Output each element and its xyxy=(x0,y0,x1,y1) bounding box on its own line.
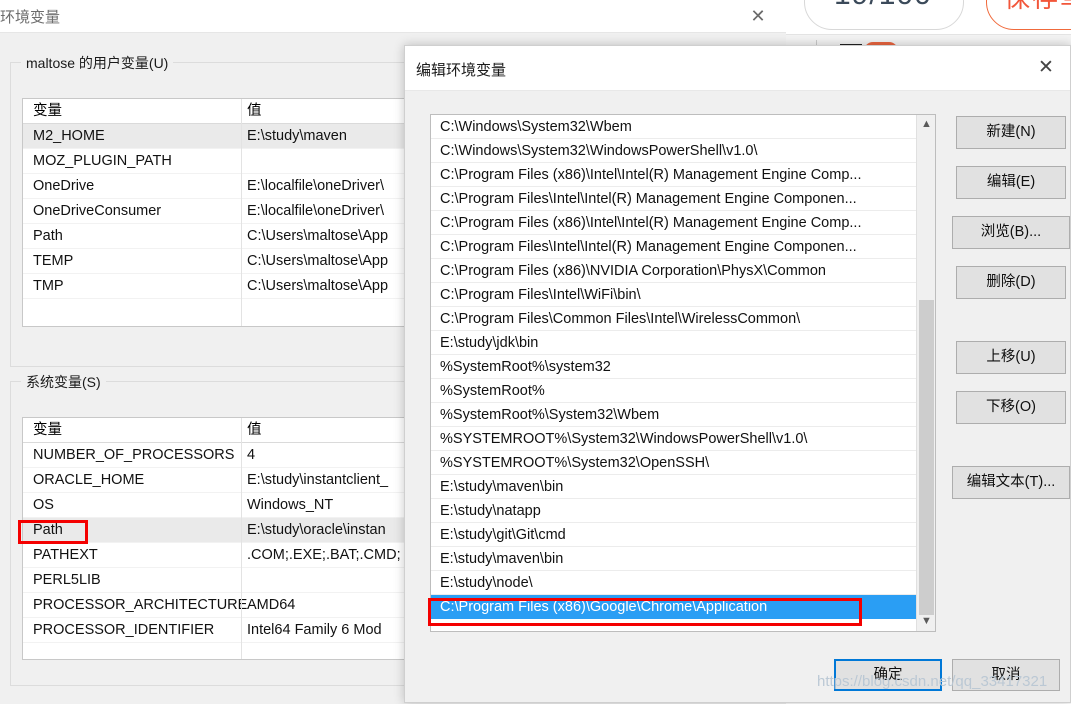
path-list-item[interactable]: C:\Program Files (x86)\Intel\Intel(R) Ma… xyxy=(431,163,917,187)
path-list-item[interactable]: C:\Program Files\Intel\Intel(R) Manageme… xyxy=(431,235,917,259)
variable-name-cell: PROCESSOR_ARCHITECTURE xyxy=(33,597,248,613)
path-list-item[interactable]: C:\Program Files\Common Files\Intel\Wire… xyxy=(431,307,917,331)
delete-button[interactable]: 删除(D) xyxy=(956,266,1066,299)
variable-value-cell: .COM;.EXE;.BAT;.CMD; xyxy=(247,547,401,563)
path-entries-listbox[interactable]: C:\Windows\System32\Wbem C:\Windows\Syste… xyxy=(430,114,936,632)
path-list-item[interactable]: E:\study\natapp xyxy=(431,499,917,523)
variable-name-cell: PATHEXT xyxy=(33,547,98,563)
variable-value-cell: C:\Users\maltose\App xyxy=(247,278,389,294)
path-list-item[interactable]: %SYSTEMROOT%\System32\OpenSSH\ xyxy=(431,451,917,475)
variable-name-cell: NUMBER_OF_PROCESSORS xyxy=(33,447,235,463)
edit-environment-variable-dialog: 编辑环境变量 ✕ C:\Windows\System32\Wbem C:\Wind… xyxy=(404,45,1071,703)
variable-name-cell: PROCESSOR_IDENTIFIER xyxy=(33,622,215,638)
path-list-item[interactable]: C:\Program Files\Intel\WiFi\bin\ xyxy=(431,283,917,307)
path-list-item[interactable]: E:\study\maven\bin xyxy=(431,547,917,571)
variable-value-cell: E:\study\oracle\instan xyxy=(247,522,386,538)
system-variables-legend: 系统变量(S) xyxy=(21,372,106,392)
close-icon[interactable]: ✕ xyxy=(744,4,772,28)
path-list-item[interactable]: %SystemRoot%\system32 xyxy=(431,355,917,379)
system-column-header: 值 xyxy=(247,422,262,438)
variable-value-cell: C:\Users\maltose\App xyxy=(247,228,389,244)
cancel-button[interactable]: 取消 xyxy=(952,659,1060,691)
variable-name-cell: Path xyxy=(33,228,63,244)
path-list-item[interactable]: C:\Program Files (x86)\Intel\Intel(R) Ma… xyxy=(431,211,917,235)
variable-name-cell: TEMP xyxy=(33,253,74,269)
path-list-item[interactable]: %SystemRoot%\System32\Wbem xyxy=(431,403,917,427)
scrollbar-thumb[interactable] xyxy=(919,300,934,615)
path-list-item[interactable]: C:\Program Files (x86)\Google\Chrome\App… xyxy=(431,595,917,619)
variable-value-cell: 4 xyxy=(247,447,256,463)
variable-name-cell: M2_HOME xyxy=(33,128,105,144)
move-up-button[interactable]: 上移(U) xyxy=(956,341,1066,374)
variable-name-cell: OS xyxy=(33,497,54,513)
path-list-item[interactable]: E:\study\jdk\bin xyxy=(431,331,917,355)
system-table-column-separator xyxy=(241,418,242,659)
background-counter-text: 19/100 xyxy=(834,0,932,12)
environment-variables-titlebar: 环境变量 ✕ xyxy=(0,0,786,32)
user-variables-legend: maltose 的用户变量(U) xyxy=(21,53,174,73)
move-down-button[interactable]: 下移(O) xyxy=(956,391,1066,424)
variable-value-cell: C:\Users\maltose\App xyxy=(247,253,389,269)
background-editor-toolbar: 19/100 保存草稿 xyxy=(786,0,1071,34)
path-list-item[interactable]: %SystemRoot% xyxy=(431,379,917,403)
path-list-item[interactable]: E:\study\maven\bin xyxy=(431,475,917,499)
chevron-down-icon[interactable]: ▼ xyxy=(917,612,935,631)
user-column-header: 变量 xyxy=(33,103,62,119)
variable-value-cell: E:\localfile\oneDriver\ xyxy=(247,178,384,194)
user-column-header: 值 xyxy=(247,103,262,119)
variable-value-cell: E:\study\instantclient_ xyxy=(247,472,389,488)
ok-button[interactable]: 确定 xyxy=(834,659,942,691)
variable-name-cell: TMP xyxy=(33,278,64,294)
path-list-item[interactable]: C:\Program Files (x86)\NVIDIA Corporatio… xyxy=(431,259,917,283)
variable-name-cell: ORACLE_HOME xyxy=(33,472,145,488)
edit-text-button[interactable]: 编辑文本(T)... xyxy=(952,466,1070,499)
system-column-header: 变量 xyxy=(33,422,62,438)
variable-name-cell: OneDrive xyxy=(33,178,95,194)
variable-value-cell: E:\localfile\oneDriver\ xyxy=(247,203,384,219)
path-list-item[interactable]: %SYSTEMROOT%\System32\WindowsPowerShell\… xyxy=(431,427,917,451)
background-save-draft-label: 保存草稿 xyxy=(1004,0,1071,15)
variable-value-cell: Windows_NT xyxy=(247,497,334,513)
variable-value-cell: E:\study\maven xyxy=(247,128,347,144)
browse-button[interactable]: 浏览(B)... xyxy=(952,216,1070,249)
path-list-item[interactable]: C:\Windows\System32\WindowsPowerShell\v1… xyxy=(431,139,917,163)
variable-name-cell: PERL5LIB xyxy=(33,572,101,588)
path-list-item[interactable]: C:\Windows\System32\Wbem xyxy=(431,115,917,139)
path-list-item[interactable]: C:\Program Files\Intel\Intel(R) Manageme… xyxy=(431,187,917,211)
edit-button[interactable]: 编辑(E) xyxy=(956,166,1066,199)
path-list-item[interactable]: E:\study\git\Git\cmd xyxy=(431,523,917,547)
variable-name-cell: OneDriveConsumer xyxy=(33,203,162,219)
close-icon[interactable]: ✕ xyxy=(1030,54,1062,82)
variable-value-cell: AMD64 xyxy=(247,597,296,613)
path-list-item[interactable]: E:\study\node\ xyxy=(431,571,917,595)
chevron-up-icon[interactable]: ▲ xyxy=(917,115,935,134)
variable-value-cell: Intel64 Family 6 Mod xyxy=(247,622,382,638)
variable-name-cell: MOZ_PLUGIN_PATH xyxy=(33,153,172,169)
edit-dialog-title: 编辑环境变量 xyxy=(416,62,507,79)
path-list-scrollbar[interactable]: ▲ ▼ xyxy=(916,115,935,631)
new-button[interactable]: 新建(N) xyxy=(956,116,1066,149)
edit-dialog-titlebar: 编辑环境变量 ✕ xyxy=(405,46,1070,91)
environment-variables-title: 环境变量 xyxy=(0,9,61,26)
path-entries-list: C:\Windows\System32\Wbem C:\Windows\Syste… xyxy=(431,115,917,619)
user-table-column-separator xyxy=(241,99,242,326)
variable-name-cell: Path xyxy=(33,522,63,538)
